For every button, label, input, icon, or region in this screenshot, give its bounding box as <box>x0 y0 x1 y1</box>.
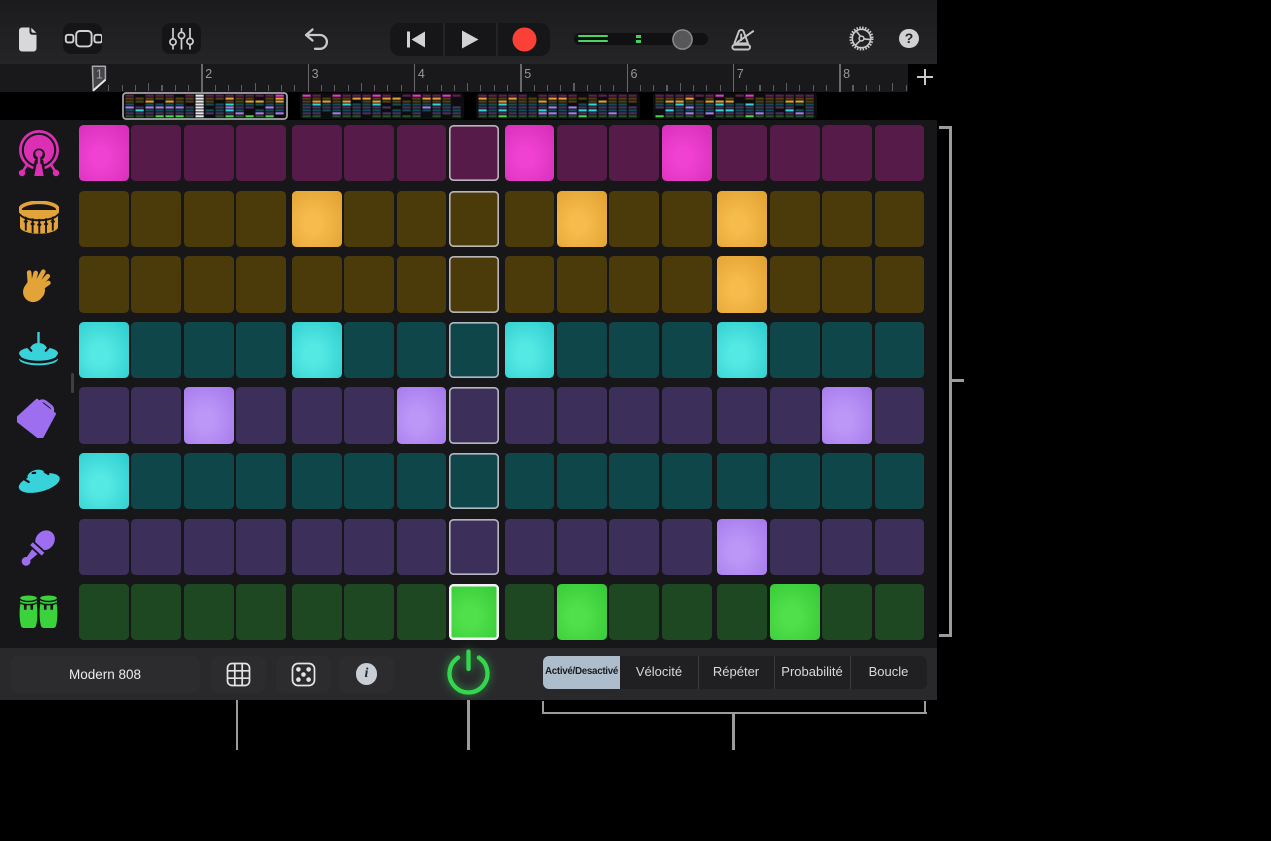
svg-text:1: 1 <box>96 67 103 81</box>
